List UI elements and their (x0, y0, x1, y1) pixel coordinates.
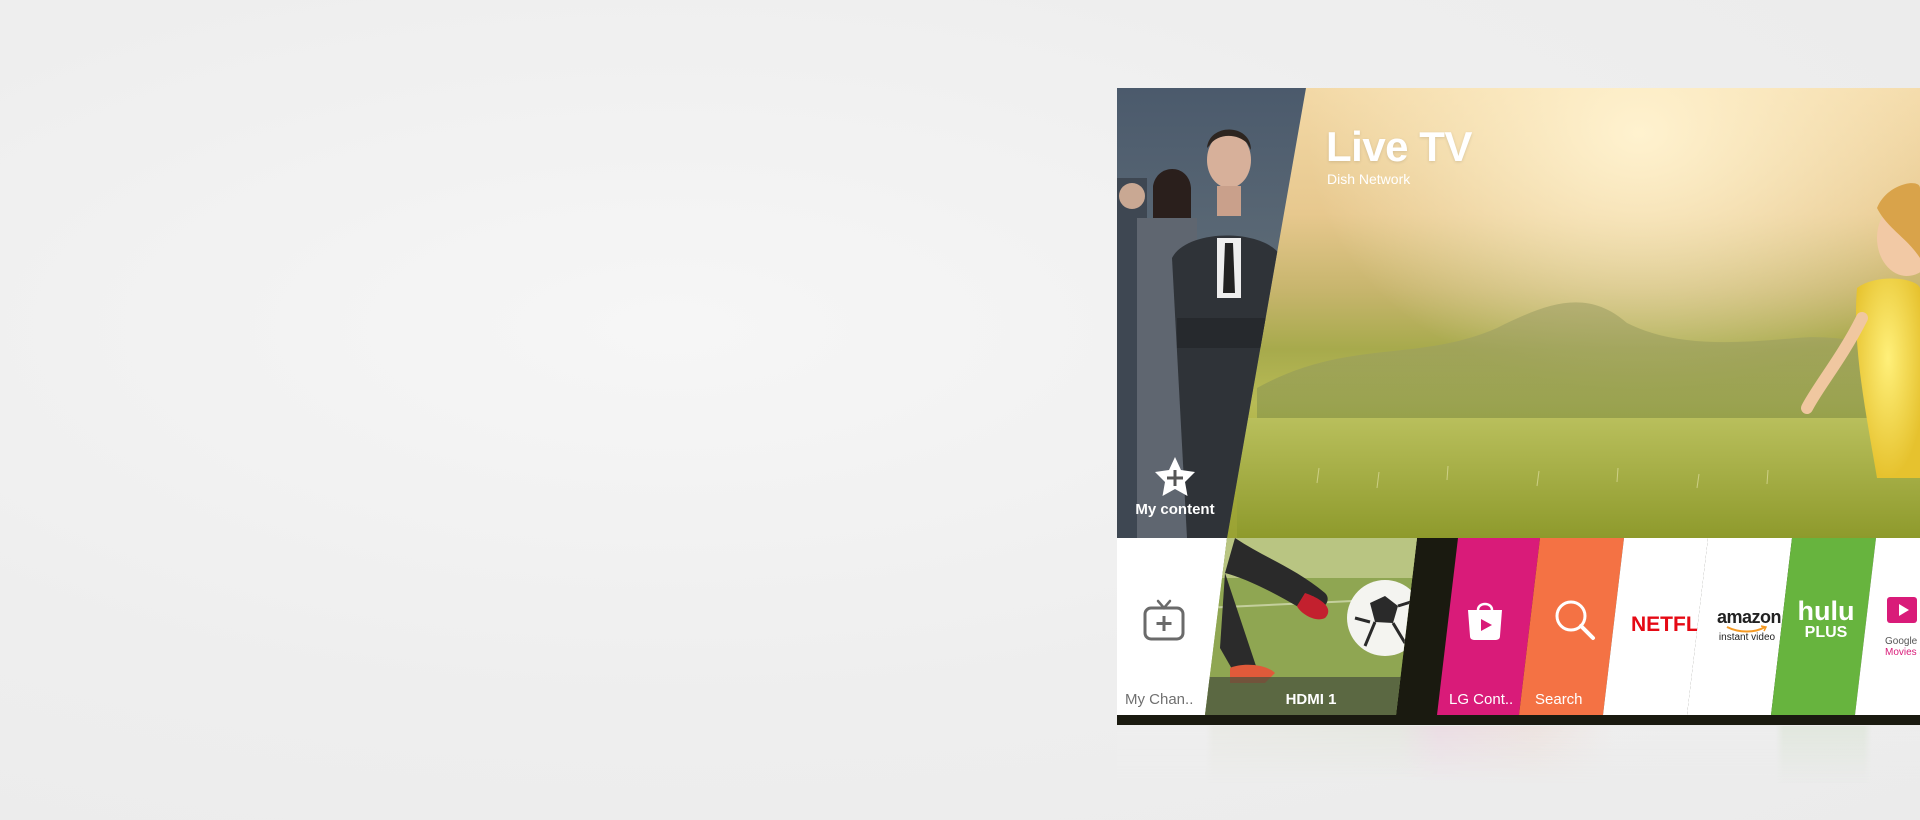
tv-screen: Live TV Dish Network My content My Chan.… (1117, 88, 1920, 726)
google-play-logo: Google Play Movies & TV (1885, 593, 1920, 658)
hero-banner[interactable]: Live TV Dish Network My content (1117, 88, 1920, 538)
lg-content-label: LG Cont.. (1449, 691, 1514, 708)
search-label: Search (1535, 691, 1583, 708)
amazon-subtitle: instant video (1718, 632, 1776, 643)
launcher-bar: My Chan.. HDMI 1 LG Cont.. Search NETFLI… (1117, 538, 1920, 725)
amazon-wordmark: amazon (1717, 607, 1782, 627)
hdmi-label: HDMI 1 (1285, 691, 1337, 708)
my-content-label: My content (1135, 501, 1215, 518)
live-tv-title: Live TV (1326, 123, 1472, 170)
search-icon (1555, 600, 1595, 640)
hdmi-tile[interactable]: HDMI 1 (1205, 538, 1417, 715)
reflection-strip (1117, 726, 1920, 786)
my-content-button[interactable]: My content (1125, 455, 1225, 518)
hulu-logo: hulu PLUS (1796, 598, 1856, 642)
google-play-name: Google Play (1885, 636, 1920, 647)
page: Live TV Dish Network My content My Chan.… (0, 0, 1920, 820)
tv-add-icon (1143, 599, 1185, 641)
star-plus-icon (1155, 457, 1195, 496)
hulu-wordmark: hulu (1797, 596, 1855, 626)
my-channels-label: My Chan.. (1125, 691, 1194, 708)
amazon-logo: amazon instant video (1717, 607, 1782, 643)
tv-reflection (1117, 726, 1920, 786)
live-tv-subtitle: Dish Network (1327, 171, 1411, 187)
hulu-plus-wordmark: PLUS (1804, 624, 1848, 641)
google-play-subtitle: Movies & TV (1885, 647, 1920, 658)
shopping-bag-play-icon (1468, 602, 1502, 640)
google-play-movies-icon (1887, 597, 1917, 623)
